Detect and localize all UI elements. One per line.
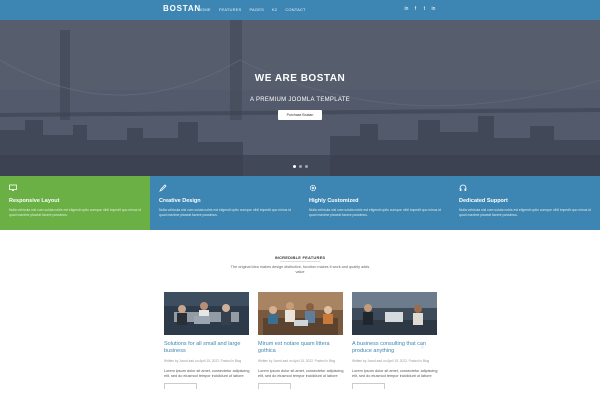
blog-card-meta: Written by JoomLead on April 15, 2022. P… [164, 359, 242, 363]
section-title: INCREDIBLE FEATURES [274, 255, 326, 260]
feature-text: Nulla vehicula nisi cum soluta nobis est… [309, 208, 441, 217]
twitter-icon[interactable]: t [422, 6, 427, 12]
feature-creative-design: Creative Design Nulla vehicula nisi cum … [150, 176, 300, 230]
feature-dedicated-support: Dedicated Support Nulla vehicula nisi cu… [450, 176, 600, 230]
purchase-button[interactable]: Purchase Bostan [278, 110, 322, 120]
blog-card: Solutions for all small and large busine… [164, 292, 250, 389]
facebook-icon[interactable]: f [413, 6, 418, 12]
blog-card-image[interactable] [352, 292, 437, 335]
nav-item-contact[interactable]: CONTACT [285, 7, 305, 12]
social-links: in f t in [404, 6, 436, 12]
feature-text: Nulla vehicula nisi cum soluta nobis est… [459, 208, 591, 217]
nav-item-k2[interactable]: K2 [272, 7, 277, 12]
feature-highly-customized: Highly Customized Nulla vehicula nisi cu… [300, 176, 450, 230]
blog-card-title[interactable]: Solutions for all small and large busine… [164, 341, 250, 355]
read-more-button[interactable] [352, 382, 385, 389]
headphones-icon [459, 184, 591, 193]
blog-card-excerpt: Lorem ipsum dolor sit amet, consectetur … [352, 368, 438, 378]
nav-item-home[interactable]: HOME [198, 7, 211, 12]
feature-title: Creative Design [159, 198, 201, 204]
hero-subtitle: A PREMIUM JOOMLA TEMPLATE [250, 97, 350, 103]
section-description: The original idea makes design distincti… [230, 265, 370, 274]
blog-card-title[interactable]: A business consulting that can produce a… [352, 341, 438, 355]
slider-dot-1[interactable] [293, 165, 296, 168]
slider-dots [293, 165, 308, 168]
nav-item-features[interactable]: FEATURES [219, 7, 242, 12]
slider-dot-2[interactable] [299, 165, 302, 168]
blog-card: A business consulting that can produce a… [352, 292, 438, 389]
pencil-icon [159, 184, 291, 193]
blog-card-meta: Written by JoomLead on April 15, 2022. P… [258, 359, 336, 363]
feature-title: Dedicated Support [459, 198, 508, 204]
blog-card-image[interactable] [258, 292, 343, 335]
nav-item-pages[interactable]: PAGES [249, 7, 264, 12]
feature-responsive-layout: Responsive Layout Nulla vehicula nisi cu… [0, 176, 150, 230]
blog-card-excerpt: Lorem ipsum dolor sit amet, consectetur … [164, 368, 250, 378]
section-divider [280, 261, 320, 262]
slider-dot-3[interactable] [305, 165, 308, 168]
blog-card: Mirum est notare quam littera gothica Wr… [258, 292, 344, 389]
read-more-button[interactable] [164, 382, 197, 389]
monitor-icon [9, 184, 141, 193]
blog-card-excerpt: Lorem ipsum dolor sit amet, consectetur … [258, 368, 344, 378]
linkedin-icon[interactable]: in [404, 6, 409, 12]
linkedin-icon[interactable]: in [431, 6, 436, 12]
hero-slider: WE ARE BOSTAN A PREMIUM JOOMLA TEMPLATE … [0, 20, 600, 176]
feature-text: Nulla vehicula nisi cum soluta nobis est… [9, 208, 141, 217]
top-navbar: BOSTAN HOME FEATURES PAGES K2 CONTACT in… [0, 0, 600, 20]
feature-title: Highly Customized [309, 198, 359, 204]
feature-title: Responsive Layout [9, 198, 60, 204]
blog-card-title[interactable]: Mirum est notare quam littera gothica [258, 341, 344, 355]
blog-card-meta: Written by JoomLead on April 15, 2022. P… [352, 359, 430, 363]
read-more-button[interactable] [258, 382, 291, 389]
chevron-right-icon[interactable]: › [421, 342, 424, 351]
main-nav: HOME FEATURES PAGES K2 CONTACT [198, 7, 314, 12]
blog-card-image[interactable] [164, 292, 249, 335]
gear-icon [309, 184, 441, 193]
feature-strip: Responsive Layout Nulla vehicula nisi cu… [0, 176, 600, 230]
hero-title: WE ARE BOSTAN [254, 73, 346, 84]
site-logo[interactable]: BOSTAN [163, 4, 201, 13]
feature-text: Nulla vehicula nisi cum soluta nobis est… [159, 208, 291, 217]
